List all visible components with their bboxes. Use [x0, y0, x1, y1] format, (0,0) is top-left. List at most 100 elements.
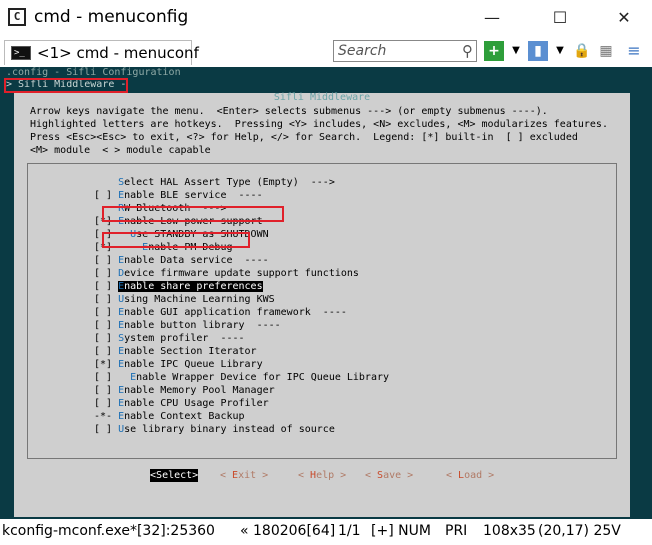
menu-item[interactable]: [ ] Enable Wrapper Device for IPC Queue …	[94, 371, 389, 384]
menu-item-label: nable button library ----	[124, 320, 281, 331]
menu-item-checkbox	[94, 177, 118, 188]
help-line: Highlighted letters are hotkeys. Pressin…	[30, 119, 608, 130]
toolbar: >_ <1> cmd - menuconf Search ⚲ + ▼ ▮ ▼ 🔒…	[0, 36, 652, 67]
menu-item-label: se library binary instead of source	[124, 424, 335, 435]
settings-icon[interactable]: ▦	[596, 41, 616, 61]
dialog-title: Sifli Middleware	[267, 92, 377, 103]
menu-item[interactable]: [ ] Enable Memory Pool Manager	[94, 384, 275, 397]
dialog-button-open: <	[446, 470, 459, 481]
menu-item-label: nable share preferences	[124, 281, 263, 292]
status-cursor: (20,17) 25V	[538, 523, 621, 539]
menu-item-checkbox: [ ]	[94, 385, 119, 396]
console-icon: >_	[11, 46, 31, 60]
highlight-box	[4, 78, 128, 93]
dialog-button-close: >	[192, 470, 199, 481]
menu-item[interactable]: [ ] Use library binary instead of source	[94, 423, 335, 436]
status-build: « 180206[64]	[240, 523, 336, 539]
config-line: .config - Sifli Configuration	[6, 67, 181, 78]
close-button[interactable]: ✕	[604, 4, 644, 32]
dialog-button-rest: oad	[464, 470, 483, 481]
help-line: Arrow keys navigate the menu. <Enter> se…	[30, 106, 548, 117]
menu-item-label: nable Wrapper Device for IPC Queue Libra…	[136, 372, 390, 383]
dropdown-icon[interactable]: ▼	[506, 41, 526, 61]
dialog-button[interactable]: < Exit >	[220, 469, 268, 482]
menu-item-checkbox: [ ]	[94, 424, 119, 435]
menu-item-checkbox: [*]	[94, 359, 119, 370]
menu-item-label: nable Data service ----	[124, 255, 269, 266]
menu-item-label: ystem profiler ----	[124, 333, 245, 344]
menu-item-checkbox: [ ]	[94, 307, 119, 318]
dialog-button-rest: xit	[238, 470, 257, 481]
menu-item-label: nable CPU Usage Profiler	[124, 398, 269, 409]
dialog-button-close: >	[401, 470, 414, 481]
add-icon[interactable]: +	[484, 41, 504, 61]
search-icon[interactable]: ⚲	[462, 42, 473, 60]
menu-item-checkbox: [ ]	[94, 190, 119, 201]
menu-item-label: nable Context Backup	[124, 411, 245, 422]
menu-item-checkbox: [ ]	[94, 294, 119, 305]
app-icon: C	[8, 8, 26, 26]
panel-icon[interactable]: ▮	[528, 41, 548, 61]
minimize-button[interactable]: —	[472, 4, 512, 32]
menu-item-checkbox: [ ]	[94, 346, 119, 357]
menu-item[interactable]: [ ] Device firmware update support funct…	[94, 267, 359, 280]
menu-item-label: nable BLE service ----	[124, 190, 263, 201]
menu-item[interactable]: [ ] Enable button library ----	[94, 319, 281, 332]
help-line: <M> module < > module capable	[30, 145, 211, 156]
lock-icon[interactable]: 🔒	[572, 41, 592, 61]
dialog-button[interactable]: < Help >	[298, 469, 346, 482]
dialog-button-open: <	[365, 470, 378, 481]
menu-item[interactable]: -*- Enable Context Backup	[94, 410, 245, 423]
dialog-button[interactable]: <Select>	[150, 469, 199, 482]
menu-item-label: sing Machine Learning KWS	[124, 294, 275, 305]
search-input[interactable]: Search ⚲	[333, 40, 477, 62]
menu-item-label: nable Memory Pool Manager	[124, 385, 275, 396]
status-priority: PRI	[445, 523, 468, 539]
menu-item[interactable]: [ ] Enable GUI application framework ---…	[94, 306, 347, 319]
dialog-button-close: >	[482, 470, 495, 481]
tab-label: <1> cmd - menuconf	[37, 44, 199, 62]
highlight-box	[102, 206, 284, 222]
menu-item-label: evice firmware update support functions	[124, 268, 359, 279]
status-position: 1/1	[338, 523, 361, 539]
status-bar: kconfig-mconf.exe*[32]:25360 « 180206[64…	[0, 519, 652, 545]
menu-item[interactable]: [ ] Enable share preferences	[94, 280, 263, 293]
window-title: cmd - menuconfig	[34, 7, 189, 27]
menu-item[interactable]: [ ] System profiler ----	[94, 332, 245, 345]
menu-item[interactable]: [*] Enable IPC Queue Library	[94, 358, 263, 371]
menu-item[interactable]: [ ] Using Machine Learning KWS	[94, 293, 275, 306]
menu-item-checkbox: [ ]	[94, 320, 119, 331]
menu-item[interactable]: [ ] Enable Data service ----	[94, 254, 269, 267]
menu-item-checkbox: -*-	[94, 411, 119, 422]
menu-item-label: elect HAL Assert Type (Empty) --->	[124, 177, 335, 188]
menu-item[interactable]: [ ] Enable BLE service ----	[94, 189, 263, 202]
dialog-button[interactable]: < Save >	[365, 469, 413, 482]
menu-dialog: Sifli Middleware Arrow keys navigate the…	[14, 92, 630, 517]
dialog-button-rest: elect	[162, 470, 193, 481]
dialog-button-rest: ave	[383, 470, 402, 481]
status-insert: [+] NUM	[371, 523, 431, 539]
status-size: 108x35	[483, 523, 536, 539]
menu-item-label: nable IPC Queue Library	[124, 359, 263, 370]
menu-item-checkbox: [ ]	[94, 333, 119, 344]
menu-item[interactable]: [ ] Enable Section Iterator	[94, 345, 257, 358]
search-placeholder: Search	[338, 43, 387, 59]
dialog-button-open: <	[220, 470, 233, 481]
menu-item-checkbox: [ ]	[94, 281, 119, 292]
menu-item-checkbox: [ ]	[94, 255, 119, 266]
menu-icon[interactable]: ≡	[624, 41, 644, 61]
menu-item[interactable]: Select HAL Assert Type (Empty) --->	[94, 176, 335, 189]
title-bar: C cmd - menuconfig — ☐ ✕	[0, 0, 652, 36]
dialog-button-close: >	[256, 470, 269, 481]
menu-item-checkbox: [ ]	[94, 398, 119, 409]
highlight-box	[102, 232, 250, 248]
maximize-button[interactable]: ☐	[540, 4, 580, 32]
terminal-area[interactable]: .config - Sifli Configuration > Sifli Mi…	[0, 67, 652, 519]
dialog-button[interactable]: < Load >	[446, 469, 494, 482]
menu-item[interactable]: [ ] Enable CPU Usage Profiler	[94, 397, 269, 410]
menu-item-label: nable Section Iterator	[124, 346, 257, 357]
menu-item-checkbox: [ ]	[94, 268, 119, 279]
menu-item-checkbox: [ ]	[94, 372, 131, 383]
dropdown-icon[interactable]: ▼	[550, 41, 570, 61]
console-tab[interactable]: >_ <1> cmd - menuconf	[4, 40, 199, 65]
